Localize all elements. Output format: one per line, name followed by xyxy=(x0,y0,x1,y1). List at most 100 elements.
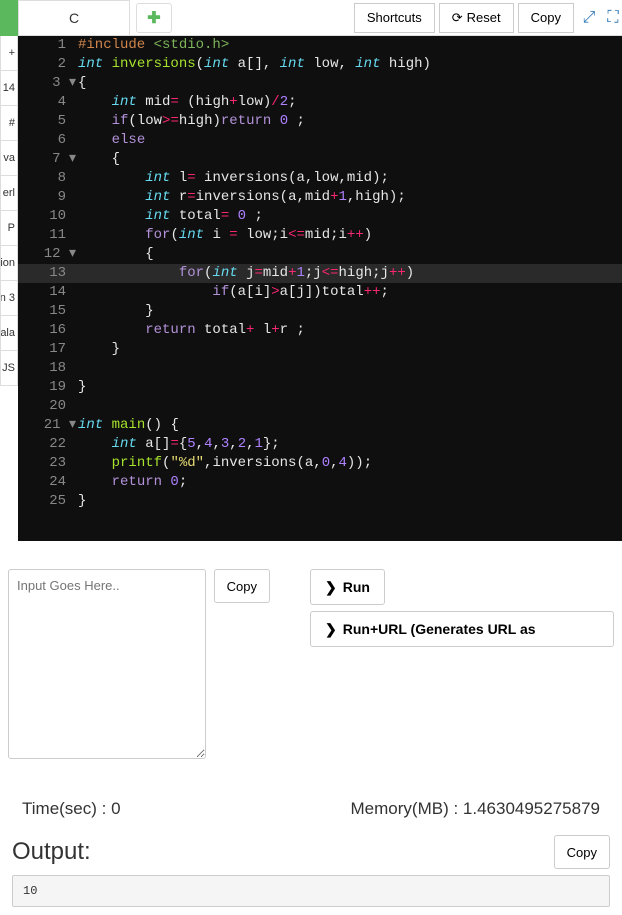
line-number: 25 xyxy=(18,492,78,511)
code-line[interactable]: 11 for(int i = low;i<=mid;i++) xyxy=(18,226,622,245)
code-line[interactable]: 8 int l= inversions(a,low,mid); xyxy=(18,169,622,188)
code-content[interactable]: { xyxy=(78,74,622,93)
sidebar-item[interactable]: P xyxy=(0,211,18,246)
stdin-input[interactable] xyxy=(8,569,206,759)
code-line[interactable]: 15 } xyxy=(18,302,622,321)
code-line[interactable]: 7 ▾ { xyxy=(18,150,622,169)
code-content[interactable]: int l= inversions(a,low,mid); xyxy=(78,169,622,188)
code-content[interactable]: return 0; xyxy=(78,473,622,492)
sidebar-item[interactable]: # xyxy=(0,106,18,141)
line-number: 10 xyxy=(18,207,78,226)
chevron-right-icon: ❯ xyxy=(325,621,337,638)
output-heading: Output: xyxy=(12,838,91,866)
code-line[interactable]: 12 ▾ { xyxy=(18,245,622,264)
copy-output-button[interactable]: Copy xyxy=(554,835,610,869)
code-content[interactable]: } xyxy=(78,492,622,511)
run-url-button[interactable]: ❯ Run+URL (Generates URL as xyxy=(310,611,614,647)
code-line[interactable]: 1#include <stdio.h> xyxy=(18,36,622,55)
code-content[interactable]: #include <stdio.h> xyxy=(78,36,622,55)
code-line[interactable]: 24 return 0; xyxy=(18,473,622,492)
line-number: 15 xyxy=(18,302,78,321)
code-content[interactable]: int a[]={5,4,3,2,1}; xyxy=(78,435,622,454)
code-content[interactable]: { xyxy=(78,245,622,264)
code-content[interactable]: return total+ l+r ; xyxy=(78,321,622,340)
code-content[interactable]: int r=inversions(a,mid+1,high); xyxy=(78,188,622,207)
fullscreen-icon[interactable]: ⛶ xyxy=(604,9,622,27)
line-number: 14 xyxy=(18,283,78,302)
code-line[interactable]: 23 printf("%d",inversions(a,0,4)); xyxy=(18,454,622,473)
code-line[interactable]: 25} xyxy=(18,492,622,511)
active-lang-indicator xyxy=(0,0,18,36)
code-content[interactable]: if(low>=high)return 0 ; xyxy=(78,112,622,131)
code-content[interactable]: int mid= (high+low)/2; xyxy=(78,93,622,112)
code-content[interactable]: else xyxy=(78,131,622,150)
sidebar-item[interactable]: erl xyxy=(0,176,18,211)
code-line[interactable]: 5 if(low>=high)return 0 ; xyxy=(18,112,622,131)
code-editor[interactable]: 1#include <stdio.h>2int inversions(int a… xyxy=(18,36,622,541)
code-line[interactable]: 9 int r=inversions(a,mid+1,high); xyxy=(18,188,622,207)
code-line[interactable]: 13 for(int j=mid+1;j<=high;j++) xyxy=(18,264,622,283)
line-number: 22 xyxy=(18,435,78,454)
code-line[interactable]: 6 else xyxy=(18,131,622,150)
sidebar-item[interactable]: + xyxy=(0,36,18,71)
code-content[interactable]: int inversions(int a[], int low, int hig… xyxy=(78,55,622,74)
execution-stats: Time(sec) : 0 Memory(MB) : 1.46304952758… xyxy=(8,789,614,829)
code-line[interactable]: 14 if(a[i]>a[j])total++; xyxy=(18,283,622,302)
run-button[interactable]: ❯ Run xyxy=(310,569,385,605)
line-number: 12 ▾ xyxy=(18,245,78,264)
expand-icon[interactable]: ⤢ xyxy=(580,9,598,27)
code-content[interactable] xyxy=(78,397,622,416)
code-line[interactable]: 17 } xyxy=(18,340,622,359)
add-tab-button[interactable]: ✚ xyxy=(136,3,172,33)
shortcuts-button[interactable]: Shortcuts xyxy=(354,3,435,33)
code-content[interactable]: for(int i = low;i<=mid;i++) xyxy=(78,226,622,245)
code-content[interactable]: int main() { xyxy=(78,416,622,435)
code-line[interactable]: 4 int mid= (high+low)/2; xyxy=(18,93,622,112)
line-number: 19 xyxy=(18,378,78,397)
code-content[interactable] xyxy=(78,359,622,378)
code-line[interactable]: 16 return total+ l+r ; xyxy=(18,321,622,340)
code-line[interactable]: 2int inversions(int a[], int low, int hi… xyxy=(18,55,622,74)
line-number: 4 xyxy=(18,93,78,112)
sidebar-item[interactable]: ala xyxy=(0,316,18,351)
plus-icon: ✚ xyxy=(147,8,160,28)
top-toolbar: C ✚ Shortcuts ⟳ Reset Copy ⤢ ⛶ xyxy=(0,0,622,36)
code-content[interactable]: int total= 0 ; xyxy=(78,207,622,226)
code-line[interactable]: 18 xyxy=(18,359,622,378)
code-line[interactable]: 21 ▾int main() { xyxy=(18,416,622,435)
code-content[interactable]: } xyxy=(78,302,622,321)
code-content[interactable]: printf("%d",inversions(a,0,4)); xyxy=(78,454,622,473)
time-stat: Time(sec) : 0 xyxy=(22,799,121,819)
sidebar-item[interactable]: on 3 xyxy=(0,281,18,316)
code-line[interactable]: 19} xyxy=(18,378,622,397)
sidebar-item[interactable]: va xyxy=(0,141,18,176)
code-content[interactable]: if(a[i]>a[j])total++; xyxy=(78,283,622,302)
code-content[interactable]: } xyxy=(78,378,622,397)
code-content[interactable]: for(int j=mid+1;j<=high;j++) xyxy=(78,264,622,283)
code-line[interactable]: 3 ▾{ xyxy=(18,74,622,93)
line-number: 6 xyxy=(18,131,78,150)
code-line[interactable]: 20 xyxy=(18,397,622,416)
sidebar-item[interactable]: 14 xyxy=(0,71,18,106)
line-number: 18 xyxy=(18,359,78,378)
sidebar-item[interactable]: & JS xyxy=(0,351,18,386)
line-number: 21 ▾ xyxy=(18,416,78,435)
code-content[interactable]: { xyxy=(78,150,622,169)
language-sidebar: +14#vaerlPionon 3ala& JS xyxy=(0,36,18,541)
line-number: 17 xyxy=(18,340,78,359)
line-number: 2 xyxy=(18,55,78,74)
code-line[interactable]: 10 int total= 0 ; xyxy=(18,207,622,226)
reset-button[interactable]: ⟳ Reset xyxy=(439,3,514,33)
copy-input-button[interactable]: Copy xyxy=(214,569,270,603)
code-content[interactable]: } xyxy=(78,340,622,359)
run-label: Run xyxy=(343,579,370,595)
copy-code-button[interactable]: Copy xyxy=(518,3,574,33)
line-number: 13 xyxy=(18,264,78,283)
memory-stat: Memory(MB) : 1.4630495275879 xyxy=(351,799,600,819)
language-selector[interactable]: C xyxy=(18,0,130,36)
code-line[interactable]: 22 int a[]={5,4,3,2,1}; xyxy=(18,435,622,454)
refresh-icon: ⟳ xyxy=(452,10,463,26)
line-number: 8 xyxy=(18,169,78,188)
sidebar-item[interactable]: ion xyxy=(0,246,18,281)
reset-label: Reset xyxy=(467,10,501,25)
